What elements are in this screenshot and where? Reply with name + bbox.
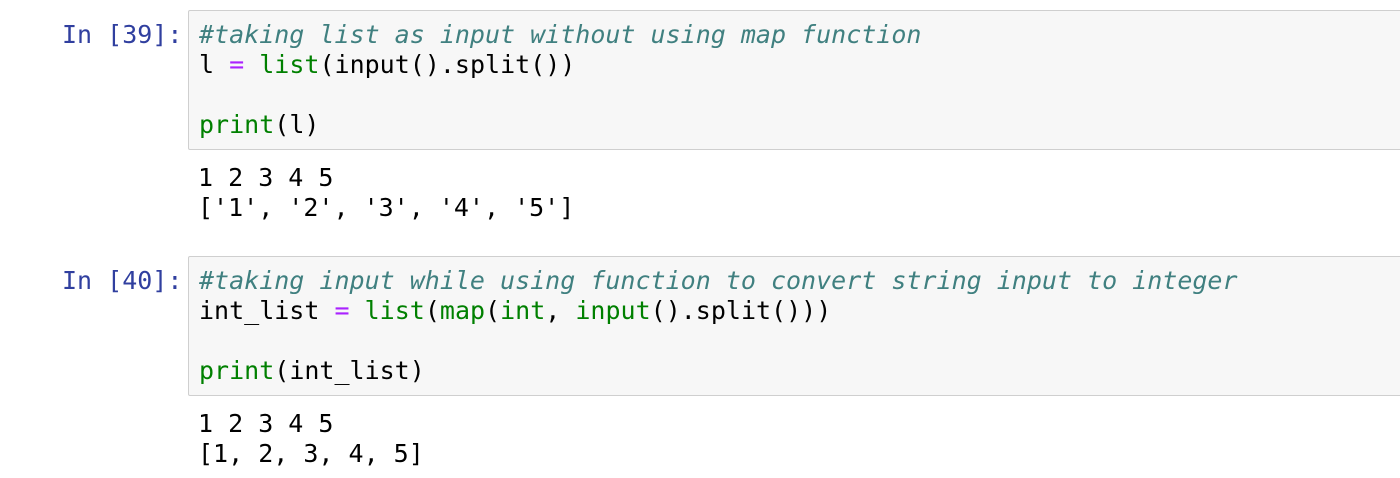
cell-output-line: 1 2 3 4 5 bbox=[198, 163, 334, 192]
code-input-area[interactable]: #taking input while using function to co… bbox=[188, 256, 1400, 396]
code-variable: int_list bbox=[199, 296, 320, 325]
code-builtin-input: input bbox=[575, 296, 651, 325]
code-operator: = bbox=[229, 50, 245, 79]
cell-prompt: In [40]: bbox=[62, 266, 183, 295]
code-builtin-int: int bbox=[500, 296, 546, 325]
code-print-arg: (int_list) bbox=[274, 356, 425, 385]
code-line-print: print(l) bbox=[199, 110, 319, 140]
code-builtin-print: print bbox=[199, 110, 275, 139]
code-comment: #taking input while using function to co… bbox=[199, 266, 1238, 295]
code-line-assign: int_list = list(map(int, input().split()… bbox=[199, 296, 831, 326]
cell-output-line: 1 2 3 4 5 bbox=[198, 409, 334, 438]
cell-output-line: [1, 2, 3, 4, 5] bbox=[198, 439, 424, 468]
code-separator: , bbox=[545, 296, 576, 325]
cell-prompt: In [39]: bbox=[62, 20, 183, 49]
code-paren: ( bbox=[485, 296, 501, 325]
code-builtin-print: print bbox=[199, 356, 275, 385]
code-builtin-list: list bbox=[259, 50, 320, 79]
code-input-area[interactable]: #taking list as input without using map … bbox=[188, 10, 1400, 150]
code-operator: = bbox=[334, 296, 350, 325]
code-line-print: print(int_list) bbox=[199, 356, 425, 386]
cell-output-line: ['1', '2', '3', '4', '5'] bbox=[198, 193, 575, 222]
code-line-assign: l = list(input().split()) bbox=[199, 50, 575, 80]
code-builtin-map: map bbox=[439, 296, 486, 325]
code-print-arg: (l) bbox=[274, 110, 320, 139]
code-paren: ( bbox=[424, 296, 440, 325]
code-variable: l bbox=[199, 50, 215, 79]
code-comment: #taking list as input without using map … bbox=[199, 20, 922, 49]
code-call: ().split())) bbox=[650, 296, 832, 325]
code-call: (input().split()) bbox=[319, 50, 576, 79]
code-builtin-list: list bbox=[364, 296, 425, 325]
